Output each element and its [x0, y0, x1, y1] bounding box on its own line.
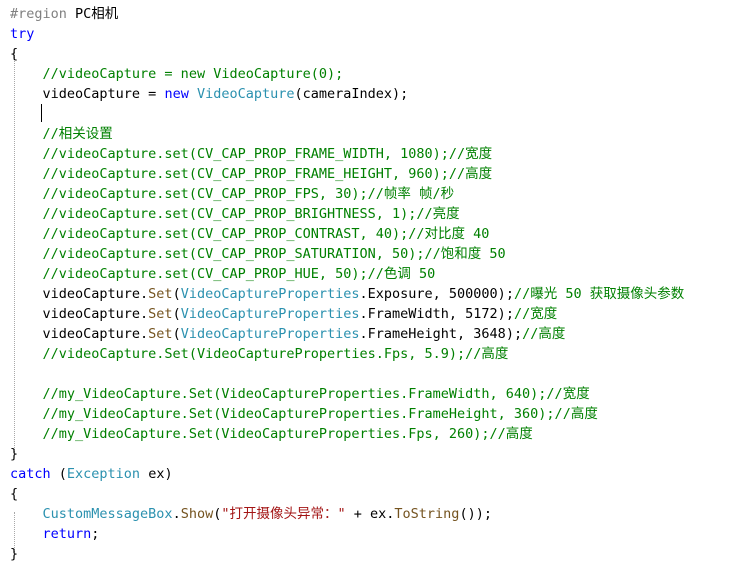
code-token: (	[172, 286, 181, 302]
code-token: .	[172, 506, 181, 522]
code-token: //videoCapture.Set(VideoCapturePropertie…	[42, 346, 509, 362]
code-token: .Exposure, 500000);	[359, 286, 514, 302]
code-token: videoCapture =	[10, 86, 165, 102]
code-line[interactable]: //my_VideoCapture.Set(VideoCaptureProper…	[10, 424, 533, 444]
code-token: //videoCapture.set(CV_CAP_PROP_FPS, 30);…	[42, 186, 455, 202]
code-token: VideoCaptureProperties	[180, 326, 360, 342]
code-token: {	[10, 486, 19, 502]
code-line[interactable]: //videoCapture.set(CV_CAP_PROP_FRAME_WID…	[10, 144, 493, 164]
code-token: CustomMessageBox	[42, 506, 173, 522]
code-token: //my_VideoCapture.Set(VideoCaptureProper…	[42, 386, 590, 402]
code-token: //videoCapture.set(CV_CAP_PROP_FRAME_HEI…	[42, 166, 493, 182]
code-token: VideoCapture	[196, 86, 295, 102]
code-token: Exception	[66, 466, 141, 482]
code-line[interactable]: videoCapture.Set(VideoCaptureProperties.…	[10, 324, 566, 344]
code-token: videoCapture.	[10, 286, 149, 302]
code-token: Set	[148, 326, 173, 342]
code-token: videoCapture.	[10, 326, 149, 342]
code-token: .FrameWidth, 5172);	[359, 306, 514, 322]
code-token: }	[10, 546, 19, 562]
code-line[interactable]: videoCapture.Set(VideoCaptureProperties.…	[10, 304, 558, 324]
text-caret	[41, 104, 42, 122]
code-line[interactable]: videoCapture.Set(VideoCaptureProperties.…	[10, 284, 685, 304]
code-token: //videoCapture.set(CV_CAP_PROP_HUE, 50);…	[42, 266, 436, 282]
code-token: ;	[91, 526, 100, 542]
code-token: //videoCapture.set(CV_CAP_PROP_BRIGHTNES…	[42, 206, 460, 222]
code-token: {	[10, 46, 19, 62]
code-token: (cameraIndex);	[294, 86, 409, 102]
code-token: new	[164, 86, 189, 102]
code-token: PC相机	[75, 6, 119, 22]
code-line[interactable]: }	[10, 444, 18, 464]
code-token: try	[10, 26, 35, 42]
code-line[interactable]: //my_VideoCapture.Set(VideoCaptureProper…	[10, 384, 590, 404]
code-token: catch	[10, 466, 51, 482]
code-token: //相关设置	[42, 126, 113, 142]
code-line[interactable]: //videoCapture.set(CV_CAP_PROP_FPS, 30);…	[10, 184, 455, 204]
code-line[interactable]: return;	[10, 524, 100, 544]
code-line[interactable]: #region PC相机	[10, 4, 118, 24]
code-line[interactable]: try	[10, 24, 34, 44]
code-editor[interactable]: #region PC相机 try { //videoCapture = new Vi…	[0, 0, 734, 564]
code-token: VideoCaptureProperties	[180, 306, 360, 322]
code-token: ex)	[140, 466, 173, 482]
code-line[interactable]: }	[10, 544, 18, 564]
code-line[interactable]: CustomMessageBox.Show("打开摄像头异常：" + ex.To…	[10, 504, 492, 524]
code-token: ());	[459, 506, 492, 522]
code-line[interactable]: //videoCapture.set(CV_CAP_PROP_HUE, 50);…	[10, 264, 436, 284]
code-token: //my_VideoCapture.Set(VideoCaptureProper…	[42, 426, 533, 442]
code-token: .FrameHeight, 3648);	[359, 326, 523, 342]
code-line[interactable]: //相关设置	[10, 124, 113, 144]
code-line[interactable]: //videoCapture.set(CV_CAP_PROP_BRIGHTNES…	[10, 204, 460, 224]
code-token: (	[172, 326, 181, 342]
code-line[interactable]: //videoCapture.Set(VideoCapturePropertie…	[10, 344, 509, 364]
code-line[interactable]: //my_VideoCapture.Set(VideoCaptureProper…	[10, 404, 598, 424]
code-line[interactable]: {	[10, 484, 18, 504]
code-line[interactable]: //videoCapture.set(CV_CAP_PROP_SATURATIO…	[10, 244, 506, 264]
code-token: //宽度	[513, 306, 558, 322]
code-token: VideoCaptureProperties	[180, 286, 360, 302]
code-line[interactable]: //videoCapture = new VideoCapture(0);	[10, 64, 344, 84]
code-token: Set	[148, 286, 173, 302]
code-token: }	[10, 446, 19, 462]
code-token: #region	[10, 6, 76, 22]
code-token: //my_VideoCapture.Set(VideoCaptureProper…	[42, 406, 598, 422]
code-token: + ex.	[345, 506, 395, 522]
code-token: ToString	[394, 506, 460, 522]
code-token: (	[50, 466, 67, 482]
code-token: //曝光 50 获取摄像头参数	[513, 286, 685, 302]
code-token: videoCapture.	[10, 306, 149, 322]
code-line[interactable]: //videoCapture.set(CV_CAP_PROP_FRAME_HEI…	[10, 164, 493, 184]
code-line[interactable]: {	[10, 44, 18, 64]
code-token: //videoCapture = new VideoCapture(0);	[42, 66, 344, 82]
code-token: //videoCapture.set(CV_CAP_PROP_FRAME_WID…	[42, 146, 493, 162]
code-token: (	[172, 306, 181, 322]
code-line[interactable]: //videoCapture.set(CV_CAP_PROP_CONTRAST,…	[10, 224, 490, 244]
code-token: //videoCapture.set(CV_CAP_PROP_CONTRAST,…	[42, 226, 490, 242]
code-line[interactable]: videoCapture = new VideoCapture(cameraIn…	[10, 84, 409, 104]
code-token: //高度	[522, 326, 566, 342]
code-token: //videoCapture.set(CV_CAP_PROP_SATURATIO…	[42, 246, 506, 262]
code-line[interactable]: catch (Exception ex)	[10, 464, 173, 484]
code-token: Show	[180, 506, 214, 522]
code-token: return	[42, 526, 92, 542]
code-token: "打开摄像头异常："	[221, 506, 346, 522]
code-token: Set	[148, 306, 173, 322]
